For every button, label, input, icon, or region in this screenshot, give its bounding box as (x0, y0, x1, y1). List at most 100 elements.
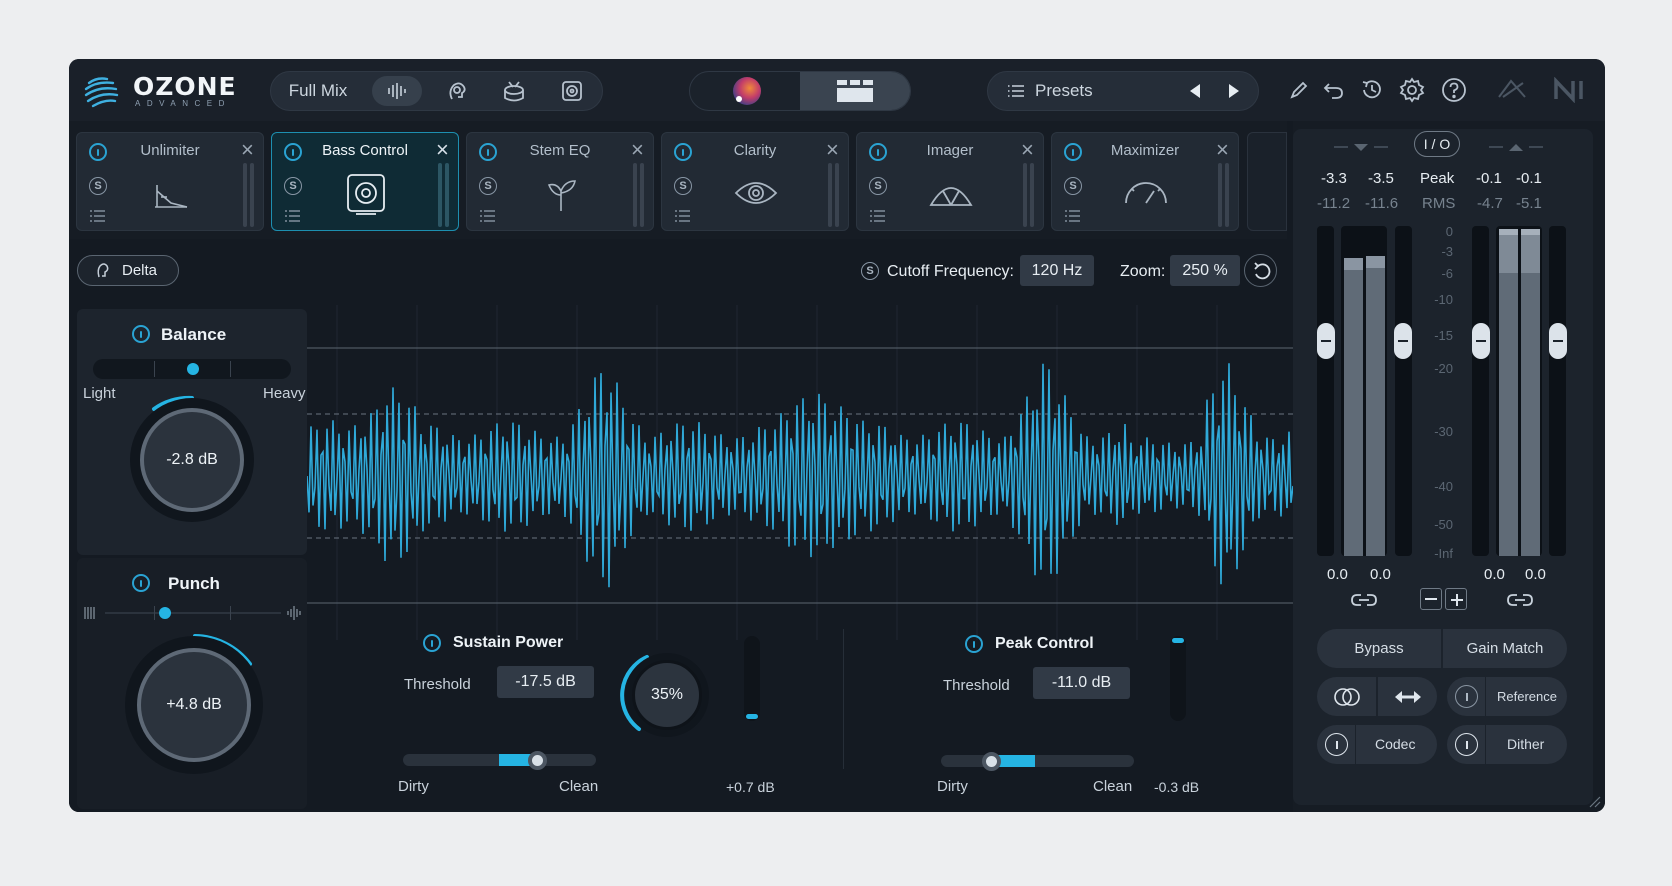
swap-channels-button[interactable] (1378, 677, 1437, 716)
spectrum-view-button[interactable] (690, 72, 800, 110)
peak-slider[interactable] (941, 755, 1134, 767)
close-icon[interactable]: × (631, 139, 644, 161)
balance-power-icon[interactable] (132, 325, 150, 343)
reference-button[interactable]: Reference (1447, 677, 1567, 716)
list-icon[interactable] (480, 210, 496, 222)
punch-slider-handle[interactable] (159, 607, 171, 619)
output-link-icon[interactable] (1506, 591, 1534, 609)
power-icon[interactable] (869, 143, 887, 161)
module-imager[interactable]: Imager S × (856, 132, 1044, 231)
gain-match-button[interactable]: Gain Match (1443, 629, 1567, 668)
close-icon[interactable]: × (1216, 139, 1229, 161)
help-icon[interactable] (1441, 77, 1467, 103)
solo-icon[interactable]: S (89, 177, 107, 195)
slider-tick (154, 361, 155, 377)
pencil-icon[interactable] (1288, 79, 1310, 101)
input-gain-fader-handle[interactable] (1317, 323, 1335, 359)
punch-slider[interactable] (105, 612, 281, 614)
input-link-icon[interactable] (1350, 591, 1378, 609)
peak-slider-handle[interactable] (982, 752, 1001, 771)
stereo-mode-button[interactable] (1317, 677, 1376, 716)
input-rms-right: -11.6 (1365, 195, 1399, 212)
rms-label: RMS (1422, 195, 1456, 212)
output-meter-left-bar (1499, 229, 1518, 556)
izotope-icon[interactable] (1495, 75, 1529, 105)
resize-grip-icon[interactable] (1588, 795, 1602, 809)
power-icon[interactable] (284, 143, 302, 161)
waveform-view-button[interactable] (372, 76, 422, 106)
add-module-slot[interactable] (1247, 132, 1287, 231)
sustain-slider-handle[interactable] (528, 751, 547, 770)
dither-power-icon[interactable] (1455, 733, 1478, 756)
meter-scale-tick: -40 (1434, 479, 1453, 494)
instruments-icon[interactable] (559, 78, 585, 104)
sustain-amount-knob[interactable]: 35% (632, 660, 702, 730)
codec-power-icon[interactable] (1325, 733, 1348, 756)
ear-icon (97, 263, 109, 278)
cutoff-solo-icon[interactable]: S (861, 262, 879, 280)
close-icon[interactable]: × (826, 139, 839, 161)
bypass-button[interactable]: Bypass (1317, 629, 1441, 668)
io-button[interactable]: I / O (1414, 131, 1460, 157)
cutoff-frequency-field[interactable]: 120 Hz (1020, 255, 1094, 286)
drums-icon[interactable] (501, 78, 527, 104)
peak-dirty-label: Dirty (937, 778, 968, 795)
power-icon[interactable] (674, 143, 692, 161)
power-icon[interactable] (89, 143, 107, 161)
next-preset-icon[interactable] (1227, 83, 1241, 99)
undo-icon[interactable] (1322, 79, 1346, 101)
sustain-threshold-field[interactable]: -17.5 dB (497, 666, 594, 698)
balance-slider-handle[interactable] (187, 363, 199, 375)
list-icon[interactable] (90, 210, 106, 222)
meter-zoom-in-button[interactable] (1445, 588, 1467, 610)
sustain-power-icon[interactable] (423, 634, 441, 652)
reset-zoom-button[interactable] (1244, 254, 1277, 287)
reference-power-icon[interactable] (1455, 685, 1478, 708)
presets-button[interactable]: Presets (1035, 71, 1093, 111)
meter-zoom-out-button[interactable] (1420, 588, 1442, 610)
history-icon[interactable] (1359, 77, 1385, 103)
stereo-circles-icon (1333, 687, 1360, 706)
solo-icon[interactable]: S (1064, 177, 1082, 195)
spectrum-orb-icon (733, 77, 761, 105)
power-icon[interactable] (479, 143, 497, 161)
dither-button[interactable]: Dither (1447, 725, 1567, 764)
delta-button[interactable]: Delta (77, 255, 179, 286)
list-icon[interactable] (285, 210, 301, 222)
module-maximizer[interactable]: Maximizer S × (1051, 132, 1239, 231)
sustain-gain-meter-fill (746, 714, 758, 719)
balance-knob[interactable]: -2.8 dB (140, 408, 244, 512)
peak-power-icon[interactable] (965, 635, 983, 653)
solo-icon[interactable]: S (284, 177, 302, 195)
punch-knob[interactable]: +4.8 dB (137, 648, 251, 762)
power-icon[interactable] (1064, 143, 1082, 161)
list-icon[interactable] (675, 210, 691, 222)
module-clarity[interactable]: Clarity S × (661, 132, 849, 231)
codec-button[interactable]: Codec (1317, 725, 1437, 764)
close-icon[interactable]: × (436, 139, 449, 161)
meter-scale-tick: -50 (1434, 517, 1453, 532)
solo-icon[interactable]: S (479, 177, 497, 195)
input-gain-fader-handle-right[interactable] (1394, 323, 1412, 359)
close-icon[interactable]: × (1021, 139, 1034, 161)
previous-preset-icon[interactable] (1188, 83, 1202, 99)
zoom-field[interactable]: 250 % (1170, 255, 1240, 286)
module-stem-eq[interactable]: Stem EQ S × (466, 132, 654, 231)
solo-icon[interactable]: S (869, 177, 887, 195)
solo-icon[interactable]: S (674, 177, 692, 195)
output-gain-fader-handle-right[interactable] (1549, 323, 1567, 359)
list-icon[interactable] (870, 210, 886, 222)
module-view-button[interactable] (800, 72, 910, 110)
output-peak-right: -0.1 (1516, 170, 1542, 187)
peak-threshold-field[interactable]: -11.0 dB (1033, 667, 1130, 699)
logo-edition: ADVANCED (135, 99, 231, 108)
output-gain-fader-handle[interactable] (1472, 323, 1490, 359)
settings-icon[interactable] (1399, 77, 1425, 103)
full-mix-button[interactable]: Full Mix (283, 71, 353, 111)
module-bass-control[interactable]: Bass Control S × (271, 132, 459, 231)
vocal-icon[interactable] (444, 79, 470, 103)
close-icon[interactable]: × (241, 139, 254, 161)
punch-power-icon[interactable] (132, 574, 150, 592)
module-unlimiter[interactable]: Unlimiter S × (76, 132, 264, 231)
list-icon[interactable] (1065, 210, 1081, 222)
